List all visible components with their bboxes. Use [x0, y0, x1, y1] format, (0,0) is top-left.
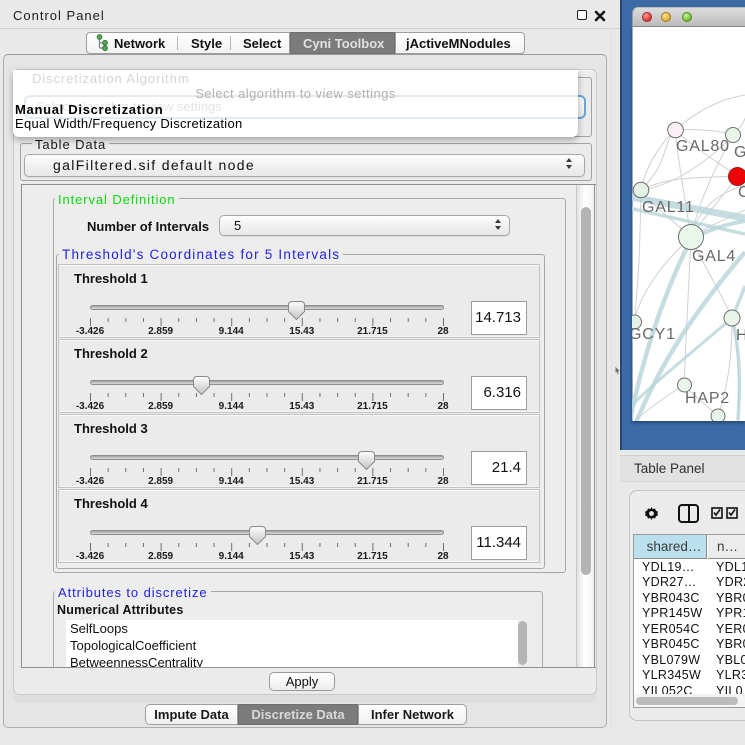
svg-text:GCY1: GCY1 — [632, 326, 676, 343]
svg-text:GAL80: GAL80 — [676, 138, 730, 155]
svg-text:GAL11: GAL11 — [642, 199, 695, 216]
svg-text:GA: GA — [734, 144, 745, 161]
svg-text:H: H — [736, 327, 745, 344]
svg-text:GAL4: GAL4 — [692, 248, 736, 265]
svg-text:C: C — [738, 184, 745, 201]
svg-text:HAP2: HAP2 — [685, 390, 730, 407]
